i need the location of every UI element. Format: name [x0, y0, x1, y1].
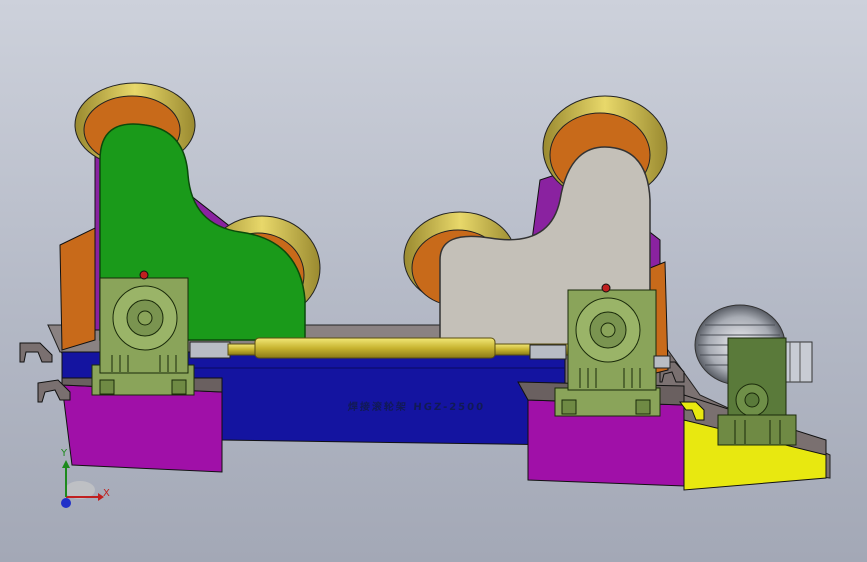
frame-engraving: 焊接滚轮架 HGZ-2500: [347, 402, 486, 413]
coordinate-triad: [61, 460, 104, 508]
left-lifting-lug-upper: [19, 342, 53, 363]
left-worm-gearbox[interactable]: [91, 270, 195, 396]
shaft-right-coupling: [529, 344, 567, 360]
left-bracket-backplate: [59, 227, 96, 351]
triad-y-label: Y: [61, 448, 68, 459]
left-foot-block: [61, 384, 223, 473]
shaft-left-coupling: [189, 341, 231, 359]
shaft-sleeve: [254, 337, 496, 359]
triad-x-label: X: [103, 488, 110, 499]
triad-z-axis: [61, 498, 71, 508]
right-worm-gearbox[interactable]: [554, 283, 671, 417]
motor-gearbox[interactable]: [717, 337, 797, 446]
left-roller-bracket[interactable]: [59, 82, 321, 351]
motor-gearbox-foot: [717, 414, 797, 446]
cad-viewport[interactable]: [0, 0, 867, 562]
